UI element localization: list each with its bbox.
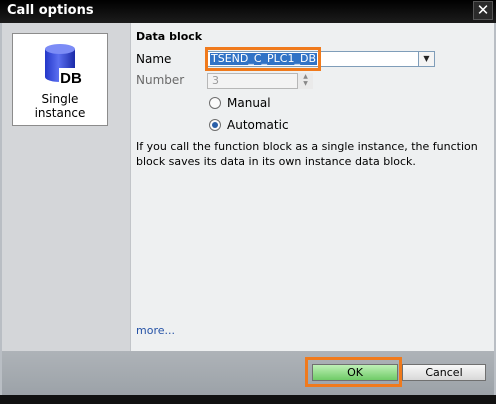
ok-button[interactable]: OK: [312, 364, 398, 381]
radio-manual[interactable]: [209, 97, 221, 109]
number-label: Number: [136, 73, 185, 87]
number-value: 3: [212, 74, 219, 87]
close-button[interactable]: ✕: [473, 1, 493, 20]
single-label-line1: Single: [41, 92, 79, 106]
spin-up-icon: ▲: [303, 73, 308, 80]
bottom-border: [0, 395, 496, 404]
radio-automatic-label: Automatic: [227, 118, 289, 132]
single-instance-option[interactable]: DB Single instance: [12, 33, 108, 126]
call-options-dialog: Call options ✕ DB Single instance Data b…: [0, 0, 496, 404]
name-label: Name: [136, 52, 172, 66]
single-label-line2: instance: [34, 106, 86, 120]
options-pane: Data block Name TSEND_C_PLC1_DB ▼ Number…: [130, 23, 494, 351]
single-instance-label: Single instance: [13, 92, 107, 120]
cancel-button[interactable]: Cancel: [402, 364, 486, 381]
call-type-pane: DB Single instance: [2, 23, 126, 351]
name-field[interactable]: TSEND_C_PLC1_DB: [207, 51, 435, 67]
description-text: If you call the function block as a sing…: [136, 140, 478, 168]
spin-down-icon: ▼: [303, 80, 308, 87]
dialog-title: Call options: [7, 3, 94, 18]
close-icon: ✕: [476, 1, 490, 19]
title-bar: Call options ✕: [0, 0, 496, 23]
section-title: Data block: [136, 30, 203, 43]
dialog-body: DB Single instance Data block Name TSEND…: [2, 23, 494, 351]
number-spinner: ▲ ▼: [297, 73, 313, 89]
db-icon-text: DB: [60, 70, 82, 87]
chevron-down-icon: ▼: [423, 54, 430, 63]
radio-automatic[interactable]: [209, 119, 221, 131]
radio-manual-label: Manual: [227, 96, 271, 110]
db-cylinder-icon: DB: [45, 44, 83, 87]
more-link[interactable]: more...: [136, 324, 175, 337]
button-bar: OK Cancel: [2, 351, 494, 395]
name-dropdown-button[interactable]: ▼: [418, 51, 435, 67]
name-value: TSEND_C_PLC1_DB: [210, 52, 317, 65]
